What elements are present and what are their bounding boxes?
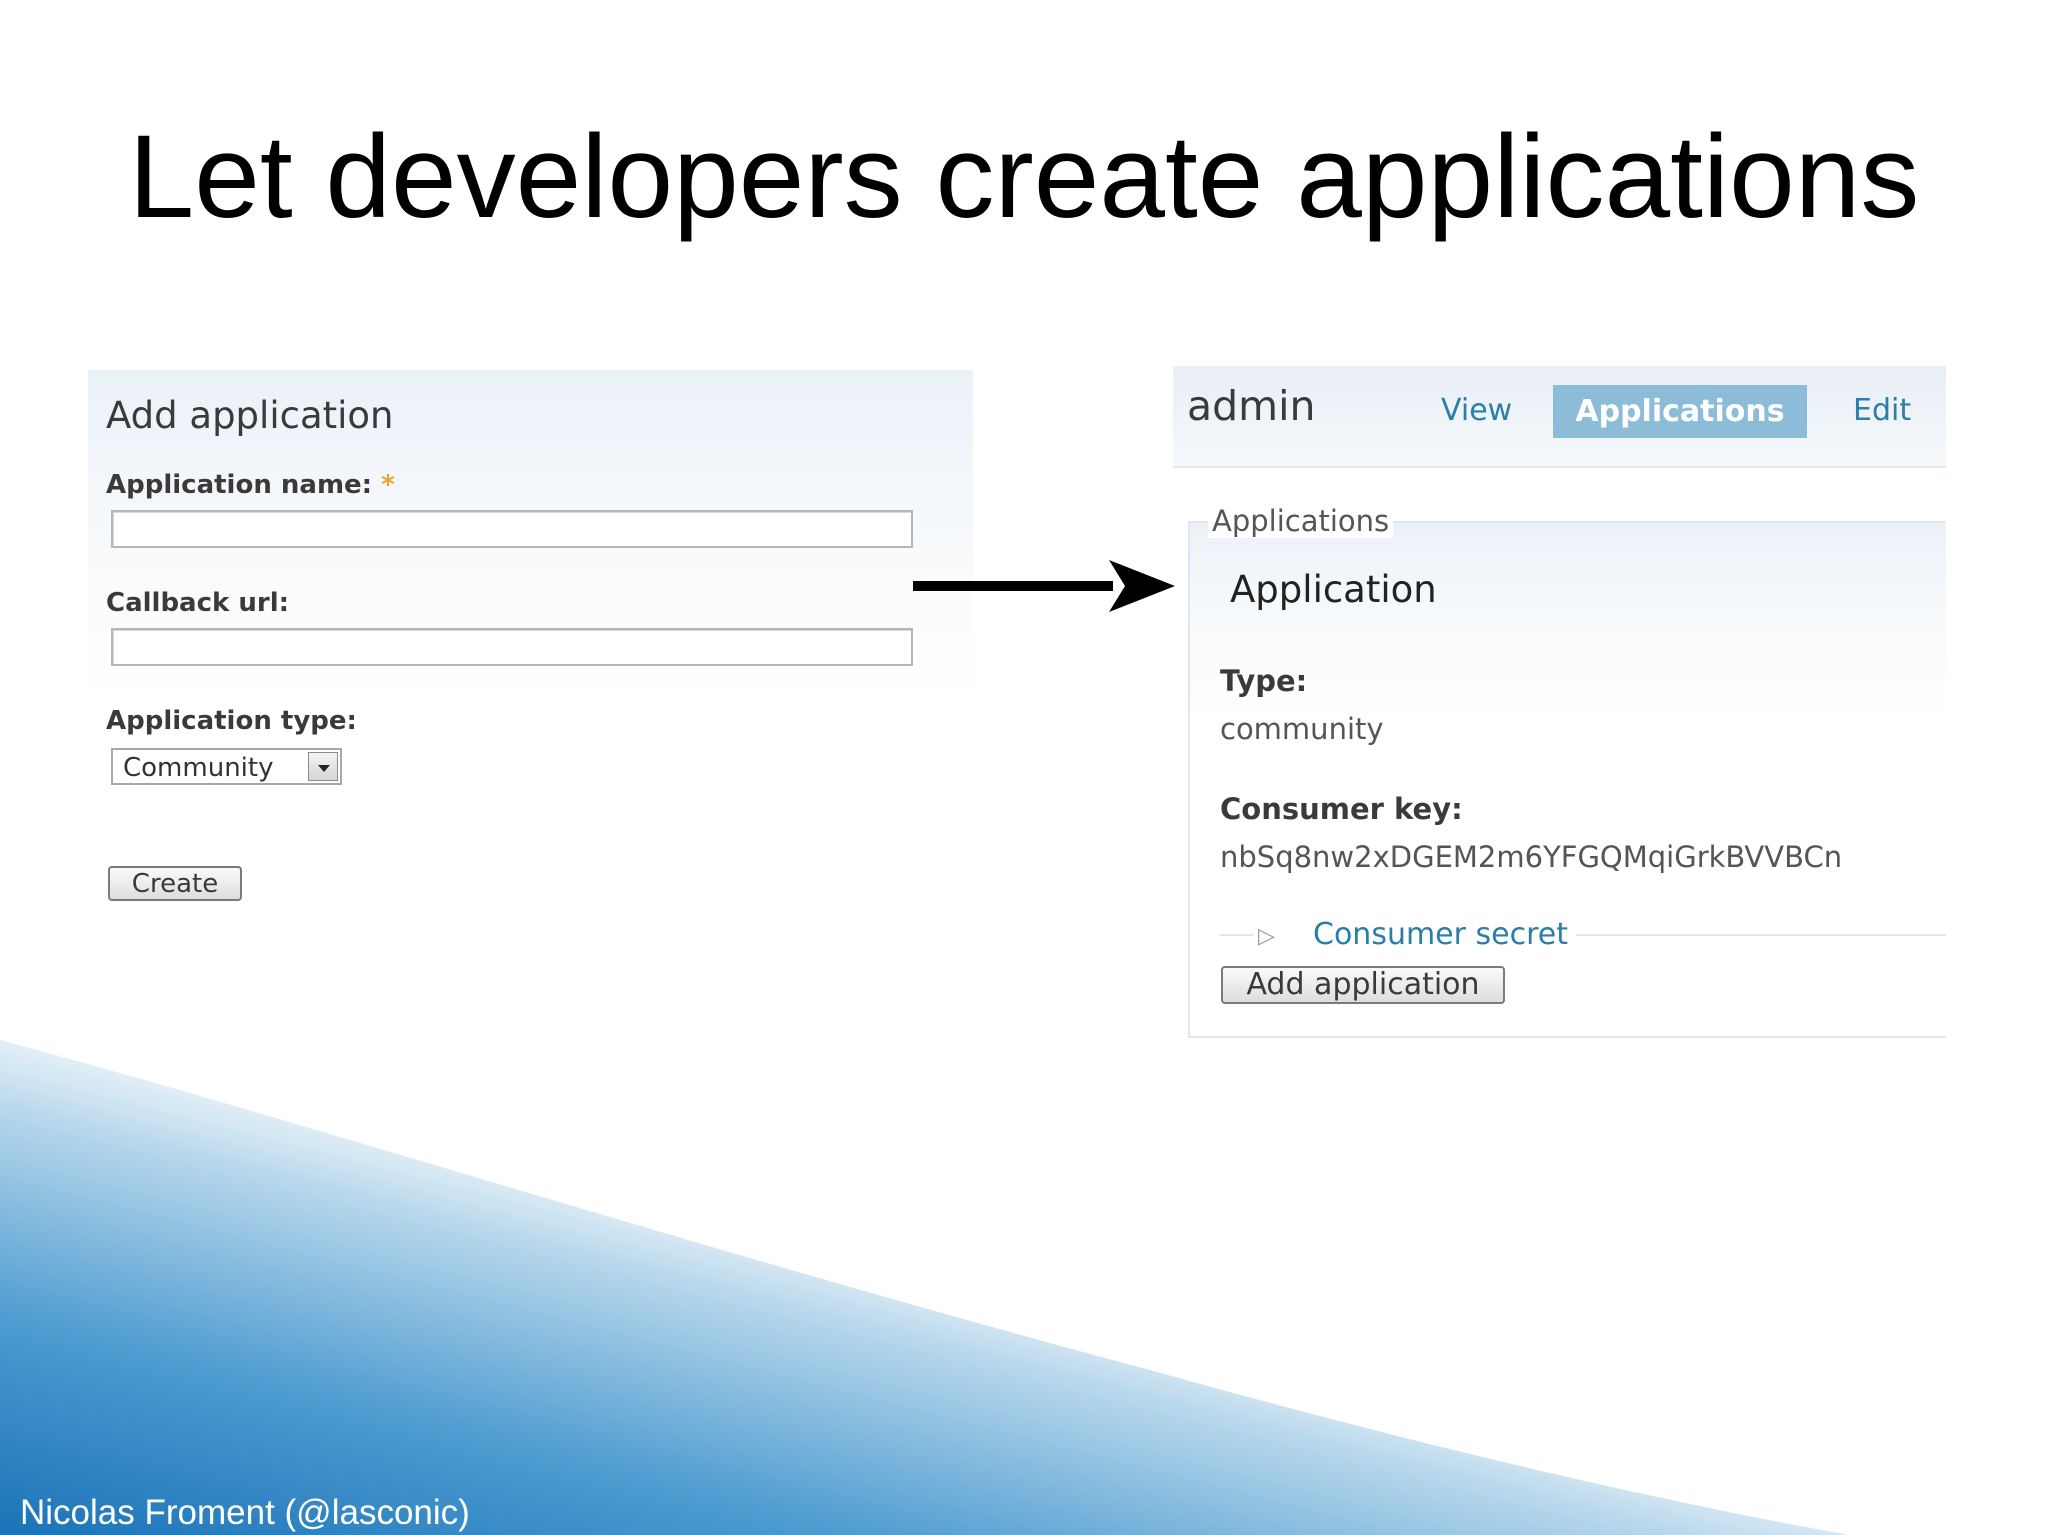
user-tabs-bar: admin View Applications Edit [1173, 366, 1946, 468]
add-application-form: Add application Application name: * Call… [88, 370, 973, 1020]
triangle-right-icon[interactable]: ▷ [1258, 924, 1275, 949]
callback-url-input[interactable] [111, 628, 913, 666]
application-title: Application [1230, 568, 1437, 611]
form-heading: Add application [106, 394, 394, 437]
slide-title: Let developers create applications [128, 111, 1920, 243]
create-button[interactable]: Create [108, 866, 242, 901]
tab-view[interactable]: View [1441, 393, 1512, 428]
add-application-button[interactable]: Add application [1221, 966, 1505, 1004]
consumer-key-value: nbSq8nw2xDGEM2m6YFGQMqiGrkBVVBCn [1220, 840, 1843, 874]
application-name-input[interactable] [111, 510, 913, 548]
application-type-select[interactable]: Community [111, 748, 342, 785]
callback-url-label: Callback url: [106, 588, 290, 618]
application-type-selected: Community [123, 753, 274, 783]
user-name: admin [1187, 382, 1316, 430]
type-label: Type: [1220, 664, 1308, 698]
footer-author: Nicolas Froment (@lasconic) [20, 1493, 470, 1532]
consumer-secret-label[interactable]: Consumer secret [1313, 917, 1576, 952]
chevron-down-icon[interactable] [308, 752, 338, 781]
admin-applications-view: admin View Applications Edit Application… [1173, 366, 1946, 1041]
application-name-label: Application name: * [106, 470, 395, 500]
arrow-right-icon [913, 560, 1175, 612]
required-marker: * [381, 470, 395, 500]
application-name-label-text: Application name: [106, 470, 373, 500]
consumer-key-label: Consumer key: [1220, 792, 1463, 826]
application-type-label: Application type: [106, 706, 357, 736]
fieldset-legend: Applications [1208, 504, 1394, 538]
type-value: community [1220, 712, 1384, 746]
tab-edit[interactable]: Edit [1853, 393, 1911, 428]
tab-applications[interactable]: Applications [1553, 385, 1807, 438]
